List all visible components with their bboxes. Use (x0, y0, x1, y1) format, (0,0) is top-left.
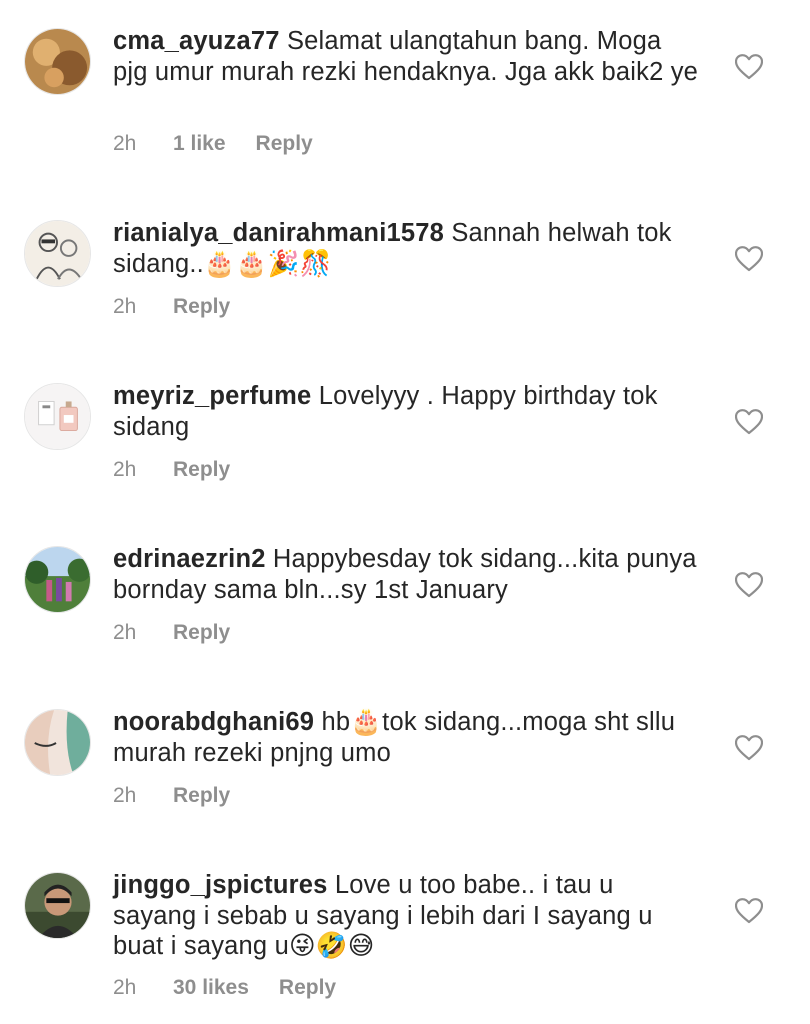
comment-text: noorabdghani69 hb🎂tok sidang...moga sht … (113, 707, 703, 768)
timestamp: 2h (113, 976, 137, 999)
heart-outline-icon[interactable] (735, 735, 763, 761)
heart-outline-icon[interactable] (735, 898, 763, 924)
heart-outline-icon[interactable] (735, 409, 763, 435)
avatar[interactable] (24, 872, 91, 939)
timestamp: 2h (113, 784, 137, 807)
comment-text: rianialya_danirahmani1578 Sannah helwah … (113, 218, 703, 279)
avatar[interactable] (24, 546, 91, 613)
comment-text: cma_ayuza77 Selamat ulangtahun bang. Mog… (113, 26, 703, 87)
username-link[interactable]: cma_ayuza77 (113, 27, 280, 55)
reply-button[interactable]: Reply (256, 132, 313, 156)
comment-text: meyriz_perfume Lovelyyy . Happy birthday… (113, 381, 703, 442)
avatar[interactable] (24, 709, 91, 776)
avatar[interactable] (24, 28, 91, 95)
reply-button[interactable]: Reply (173, 784, 230, 808)
username-link[interactable]: meyriz_perfume (113, 382, 311, 410)
username-link[interactable]: edrinaezrin2 (113, 545, 266, 573)
avatar[interactable] (24, 220, 91, 287)
likes-count[interactable]: 30 likes (173, 976, 249, 1000)
comment-meta: 2h Reply (113, 621, 230, 645)
username-link[interactable]: noorabdghani69 (113, 708, 314, 736)
reply-button[interactable]: Reply (173, 295, 230, 319)
heart-outline-icon[interactable] (735, 572, 763, 598)
likes-count[interactable]: 1 like (173, 132, 226, 156)
avatar[interactable] (24, 383, 91, 450)
comment-meta: 2h Reply (113, 458, 230, 482)
reply-button[interactable]: Reply (173, 621, 230, 645)
comment-meta: 2h Reply (113, 784, 230, 808)
comment-meta: 2h Reply (113, 295, 230, 319)
heart-outline-icon[interactable] (735, 246, 763, 272)
reply-button[interactable]: Reply (279, 976, 336, 1000)
timestamp: 2h (113, 132, 137, 155)
username-link[interactable]: jinggo_jspictures (113, 871, 328, 899)
comment-meta: 2h 1 like Reply (113, 132, 313, 156)
timestamp: 2h (113, 458, 137, 481)
reply-button[interactable]: Reply (173, 458, 230, 482)
timestamp: 2h (113, 621, 137, 644)
heart-outline-icon[interactable] (735, 54, 763, 80)
comment-text: edrinaezrin2 Happybesday tok sidang...ki… (113, 544, 703, 605)
comment-text: jinggo_jspictures Love u too babe.. i ta… (113, 870, 703, 962)
username-link[interactable]: rianialya_danirahmani1578 (113, 219, 444, 247)
comment-meta: 2h 30 likes Reply (113, 976, 336, 1000)
timestamp: 2h (113, 295, 137, 318)
